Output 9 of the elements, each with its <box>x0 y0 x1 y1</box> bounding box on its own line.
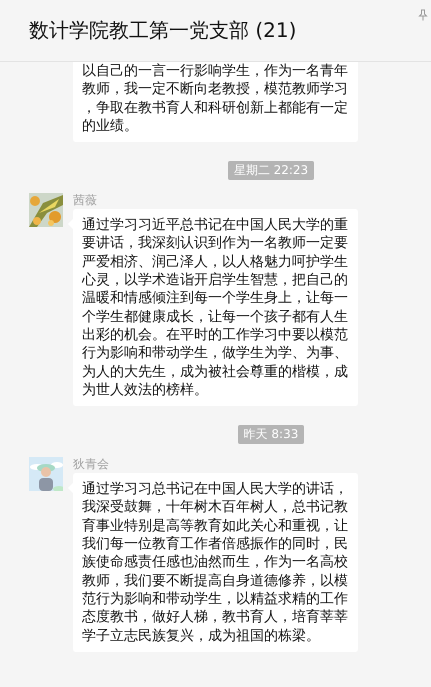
message-bubble: 通过学习习近平总书记在中国人民大学的重要讲话，我深刻认识到作为一名教师一定要严爱相济、润己泽人，以人格魅力呵护学生心灵，以学术造诣开启学生智慧，把自己的温暖和情感倾注到每一个学生身上，让每一个学生都健康成长，让每一个孩子都有人生出彩的机会。在平时的工作学习中要以模范行为影响和带动学生，做学生为学、为事、为人的大先生，成为被社会尊重的楷模，成为世人效法的榜样。 <box>73 209 358 406</box>
sender-name: 茜薇 <box>73 193 98 208</box>
sender-name: 狄青会 <box>73 457 110 472</box>
message-bubble: 以自己的一言一行影响学生，作为一名青年教师，我一定不断向老教授，模范教师学习，争取在教书育人和科研创新上都能有一定的业绩。 <box>73 62 358 142</box>
chat-title: 数计学院教工第一党支部 (21) <box>29 17 296 44</box>
pin-icon[interactable] <box>418 9 428 21</box>
message-bubble: 通过学习习总书记在中国人民大学的讲话，我深受鼓舞，十年树木百年树人，总书记教育事业特别是高等教育如此关心和重视，让我们每一位教育工作者倍感振作的同时，民族使命感责任感也油然而生，作为一名高校教师，我们要不断提高自身道德修养，以模范行为影响和带动学生，以精益求精的工作态度教书，做好人梯，教书育人，培育莘莘学子立志民族复兴，成为祖国的栋梁。 <box>73 473 358 652</box>
timestamp: 星期二 22:23 <box>228 161 314 180</box>
timestamp: 昨天 8:33 <box>238 425 304 444</box>
